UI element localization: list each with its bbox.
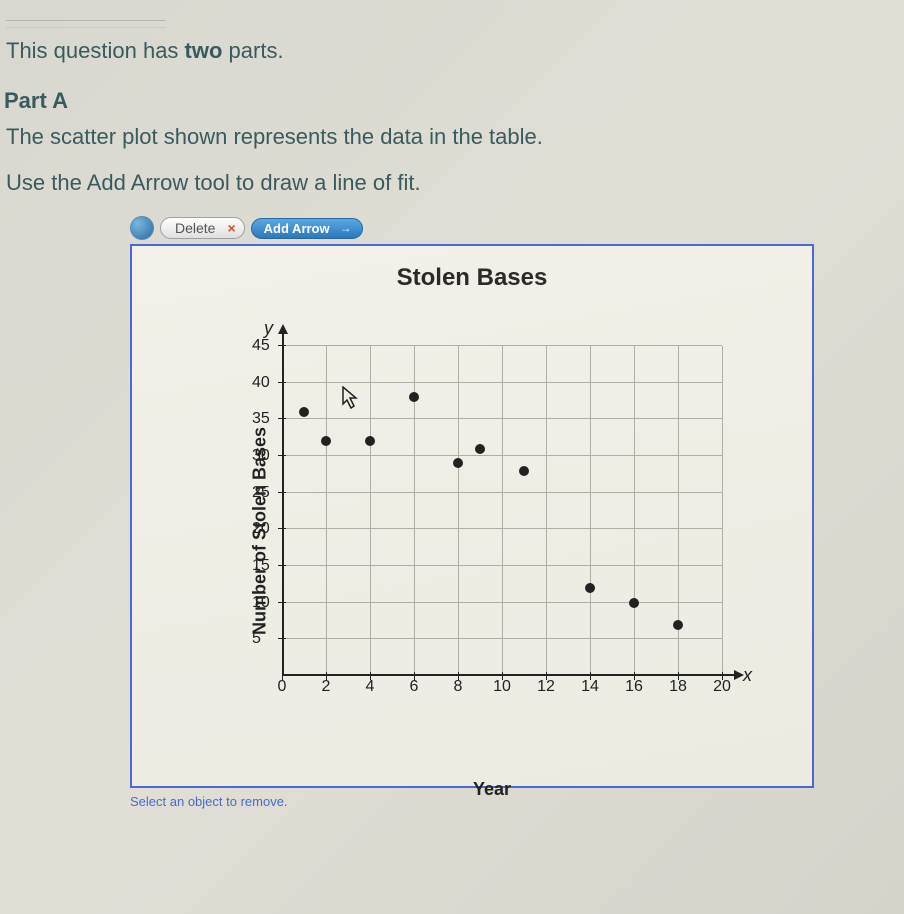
grid-area[interactable]: y x 0246810121416182051015202530354045 bbox=[282, 346, 722, 676]
grid-line-horizontal bbox=[282, 492, 722, 493]
tick-mark-y bbox=[278, 565, 286, 566]
grid-line-vertical bbox=[590, 346, 591, 676]
data-point[interactable] bbox=[585, 583, 595, 593]
part-a-line1: The scatter plot shown represents the da… bbox=[6, 124, 904, 150]
x-tick-label: 10 bbox=[493, 678, 511, 696]
y-axis-arrow-icon bbox=[278, 324, 288, 334]
data-point[interactable] bbox=[673, 620, 683, 630]
y-tick-label: 45 bbox=[252, 337, 270, 355]
tick-mark-y bbox=[278, 418, 286, 419]
y-axis bbox=[282, 326, 284, 676]
tick-mark-y bbox=[278, 602, 286, 603]
status-text: Select an object to remove. bbox=[130, 794, 904, 809]
question-intro: This question has two parts. bbox=[6, 38, 904, 64]
chart-canvas[interactable]: Stolen Bases Number of Stolen Bases y x … bbox=[130, 244, 814, 788]
cursor-icon bbox=[342, 386, 360, 416]
add-arrow-label: Add Arrow bbox=[264, 221, 330, 236]
tick-mark-y bbox=[278, 455, 286, 456]
x-axis bbox=[282, 674, 742, 676]
tick-mark-y bbox=[278, 638, 286, 639]
data-point[interactable] bbox=[321, 436, 331, 446]
y-tick-label: 30 bbox=[252, 447, 270, 465]
data-point[interactable] bbox=[475, 444, 485, 454]
intro-post: parts. bbox=[222, 38, 283, 63]
chart-toolbar: Delete × Add Arrow → bbox=[130, 216, 904, 240]
plot-container: Number of Stolen Bases y x 0246810121416… bbox=[212, 316, 772, 746]
part-a-label: Part A bbox=[4, 88, 904, 114]
add-arrow-button[interactable]: Add Arrow → bbox=[251, 218, 363, 239]
tick-mark-y bbox=[278, 528, 286, 529]
grid-line-horizontal bbox=[282, 418, 722, 419]
grid-line-horizontal bbox=[282, 455, 722, 456]
chart-title: Stolen Bases bbox=[132, 246, 812, 292]
y-tick-label: 40 bbox=[252, 374, 270, 392]
grid-line-horizontal bbox=[282, 602, 722, 603]
data-point[interactable] bbox=[365, 436, 375, 446]
close-icon: × bbox=[227, 220, 235, 236]
y-tick-label: 5 bbox=[252, 630, 261, 648]
arrow-right-icon: → bbox=[340, 221, 352, 235]
grid-line-horizontal bbox=[282, 528, 722, 529]
y-tick-label: 25 bbox=[252, 484, 270, 502]
data-point[interactable] bbox=[519, 466, 529, 476]
x-tick-label: 0 bbox=[278, 678, 287, 696]
data-point[interactable] bbox=[299, 407, 309, 417]
delete-button[interactable]: Delete × bbox=[160, 217, 245, 239]
x-tick-label: 4 bbox=[366, 678, 375, 696]
tick-mark-y bbox=[278, 492, 286, 493]
intro-bold: two bbox=[185, 38, 223, 63]
grid-line-vertical bbox=[546, 346, 547, 676]
y-tick-label: 20 bbox=[252, 520, 270, 538]
grid-line-vertical bbox=[722, 346, 723, 676]
grid-line-vertical bbox=[502, 346, 503, 676]
tick-mark-y bbox=[278, 382, 286, 383]
y-tick-label: 15 bbox=[252, 557, 270, 575]
data-point[interactable] bbox=[409, 392, 419, 402]
grid-line-vertical bbox=[326, 346, 327, 676]
x-tick-label: 2 bbox=[322, 678, 331, 696]
x-tick-label: 6 bbox=[410, 678, 419, 696]
grid-line-horizontal bbox=[282, 638, 722, 639]
grid-line-horizontal bbox=[282, 345, 722, 346]
y-tick-label: 10 bbox=[252, 594, 270, 612]
x-tick-label: 14 bbox=[581, 678, 599, 696]
x-tick-label: 8 bbox=[454, 678, 463, 696]
x-tick-label: 12 bbox=[537, 678, 555, 696]
y-tick-label: 35 bbox=[252, 410, 270, 428]
x-axis-letter: x bbox=[743, 665, 752, 686]
y-axis-letter: y bbox=[264, 318, 273, 339]
tool-round-icon[interactable] bbox=[130, 216, 154, 240]
grid-line-vertical bbox=[634, 346, 635, 676]
window-border-fragment bbox=[6, 20, 166, 28]
x-tick-label: 18 bbox=[669, 678, 687, 696]
grid-line-vertical bbox=[370, 346, 371, 676]
part-a-line2: Use the Add Arrow tool to draw a line of… bbox=[6, 170, 904, 196]
data-point[interactable] bbox=[629, 598, 639, 608]
tick-mark-y bbox=[278, 345, 286, 346]
grid-line-horizontal bbox=[282, 565, 722, 566]
grid-line-horizontal bbox=[282, 382, 722, 383]
grid-line-vertical bbox=[458, 346, 459, 676]
data-point[interactable] bbox=[453, 458, 463, 468]
x-tick-label: 16 bbox=[625, 678, 643, 696]
x-tick-label: 20 bbox=[713, 678, 731, 696]
intro-pre: This question has bbox=[6, 38, 185, 63]
x-axis-label: Year bbox=[473, 779, 511, 800]
delete-label: Delete bbox=[175, 220, 215, 236]
